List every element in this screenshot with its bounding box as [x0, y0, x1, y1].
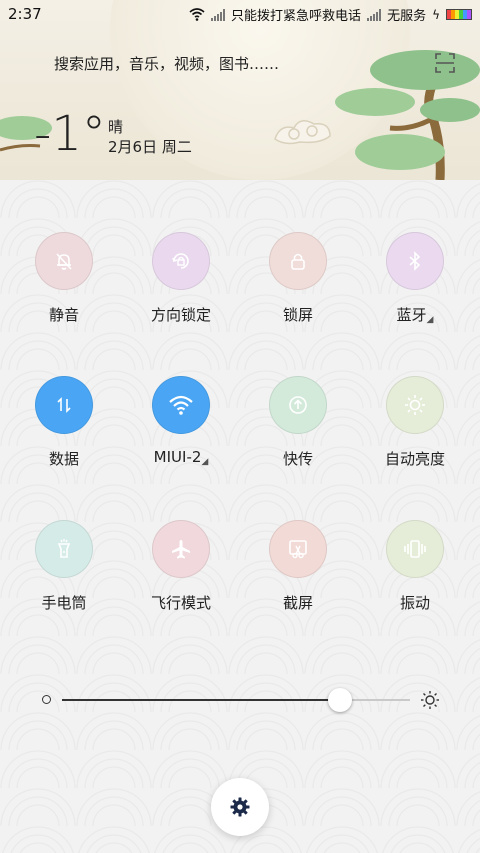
bell-off-icon	[56, 253, 72, 270]
toggle-mobile-data[interactable]: 数据	[14, 376, 114, 476]
toggle-mute[interactable]: 静音	[14, 232, 114, 332]
notification-header: 2:37 只能拨打紧急呼救电话 无服务 ϟ 搜索应用，音乐，视频，图书…… -1…	[0, 0, 480, 180]
brightness-fill	[62, 699, 341, 701]
rotation-lock-icon	[172, 253, 189, 269]
brightness-slider[interactable]	[40, 686, 440, 714]
toggle-label: 方向锁定	[150, 306, 211, 324]
weather-temperature: -1°	[34, 106, 106, 162]
brightness-thumb[interactable]	[328, 688, 353, 712]
wifi-status-icon	[189, 8, 205, 21]
lock-icon	[291, 253, 305, 270]
scan-icon[interactable]	[434, 52, 456, 74]
toggle-rotation-lock-circle[interactable]	[152, 232, 210, 290]
quick-settings-panel: 静音 方向锁定 锁屏 蓝牙◢ 数据 MIUI-2◢ 快传 自动亮度 手电筒 飞行…	[0, 180, 480, 853]
toggle-vibrate-circle[interactable]	[386, 520, 444, 578]
toggle-mute-circle[interactable]	[35, 232, 93, 290]
search-input[interactable]: 搜索应用，音乐，视频，图书……	[54, 53, 279, 74]
status-time: 2:37	[8, 5, 42, 23]
toggle-mobile-data-circle[interactable]	[35, 376, 93, 434]
brightness-low-icon	[42, 695, 51, 704]
signal-icon	[211, 8, 226, 21]
toggle-rotation-lock[interactable]: 方向锁定	[131, 232, 231, 332]
airplane-icon	[172, 540, 190, 559]
toggle-wifi-circle[interactable]	[152, 376, 210, 434]
toggle-screenshot-circle[interactable]	[269, 520, 327, 578]
toggle-label: 锁屏	[282, 306, 313, 324]
toggle-label: 蓝牙◢	[396, 306, 434, 325]
toggle-lock-screen-circle[interactable]	[269, 232, 327, 290]
toggle-label: 手电筒	[41, 594, 87, 612]
more-indicator: ◢	[201, 457, 209, 467]
toggle-auto-brightness[interactable]: 自动亮度	[365, 376, 465, 476]
toggle-label: 静音	[48, 306, 79, 324]
data-icon	[57, 397, 71, 413]
toggle-quick-transfer[interactable]: 快传	[248, 376, 348, 476]
brightness-track[interactable]	[62, 699, 410, 701]
charging-icon: ϟ	[432, 7, 440, 22]
transfer-icon	[289, 396, 307, 414]
weather-date: 2月6日 周二	[108, 138, 192, 156]
sim2-status-text: 无服务	[387, 9, 427, 24]
toggle-bluetooth-circle[interactable]	[386, 232, 444, 290]
toggle-airplane-mode[interactable]: 飞行模式	[131, 520, 231, 620]
toggle-label: 振动	[399, 594, 430, 612]
toggle-label: 截屏	[282, 594, 313, 612]
weather-condition: 晴	[108, 118, 124, 136]
bluetooth-icon	[409, 251, 421, 271]
brightness-auto-icon	[405, 395, 425, 415]
toggle-lock-screen[interactable]: 锁屏	[248, 232, 348, 332]
settings-gear-icon	[230, 797, 250, 817]
toggle-screenshot[interactable]: 截屏	[248, 520, 348, 620]
toggle-bluetooth[interactable]: 蓝牙◢	[365, 232, 465, 332]
search-bar[interactable]: 搜索应用，音乐，视频，图书……	[0, 44, 480, 82]
wifi-icon	[169, 395, 193, 415]
toggle-label: 快传	[282, 450, 313, 468]
toggle-flashlight[interactable]: 手电筒	[14, 520, 114, 620]
status-right: 只能拨打紧急呼救电话 无服务 ϟ	[189, 5, 472, 24]
toggle-wifi[interactable]: MIUI-2◢	[131, 376, 231, 476]
sim1-status-text: 只能拨打紧急呼救电话	[231, 9, 362, 24]
brightness-high-icon	[421, 691, 439, 709]
status-bar: 2:37 只能拨打紧急呼救电话 无服务 ϟ	[0, 0, 480, 28]
toggle-label: 自动亮度	[384, 450, 445, 468]
settings-button[interactable]	[211, 778, 269, 836]
toggle-label: MIUI-2◢	[153, 448, 209, 467]
toggle-label: 数据	[48, 450, 79, 468]
toggle-vibrate[interactable]: 振动	[365, 520, 465, 620]
more-indicator: ◢	[426, 315, 434, 325]
toggle-auto-brightness-circle[interactable]	[386, 376, 444, 434]
signal-icon-2	[367, 8, 382, 21]
toggle-flashlight-circle[interactable]	[35, 520, 93, 578]
vibrate-icon	[404, 540, 426, 558]
flashlight-icon	[57, 539, 71, 558]
toggle-quick-transfer-circle[interactable]	[269, 376, 327, 434]
toggle-label: 飞行模式	[150, 594, 211, 612]
screenshot-icon	[289, 540, 307, 559]
toggle-airplane-mode-circle[interactable]	[152, 520, 210, 578]
cloud-decoration	[274, 120, 331, 145]
battery-icon	[446, 9, 472, 20]
